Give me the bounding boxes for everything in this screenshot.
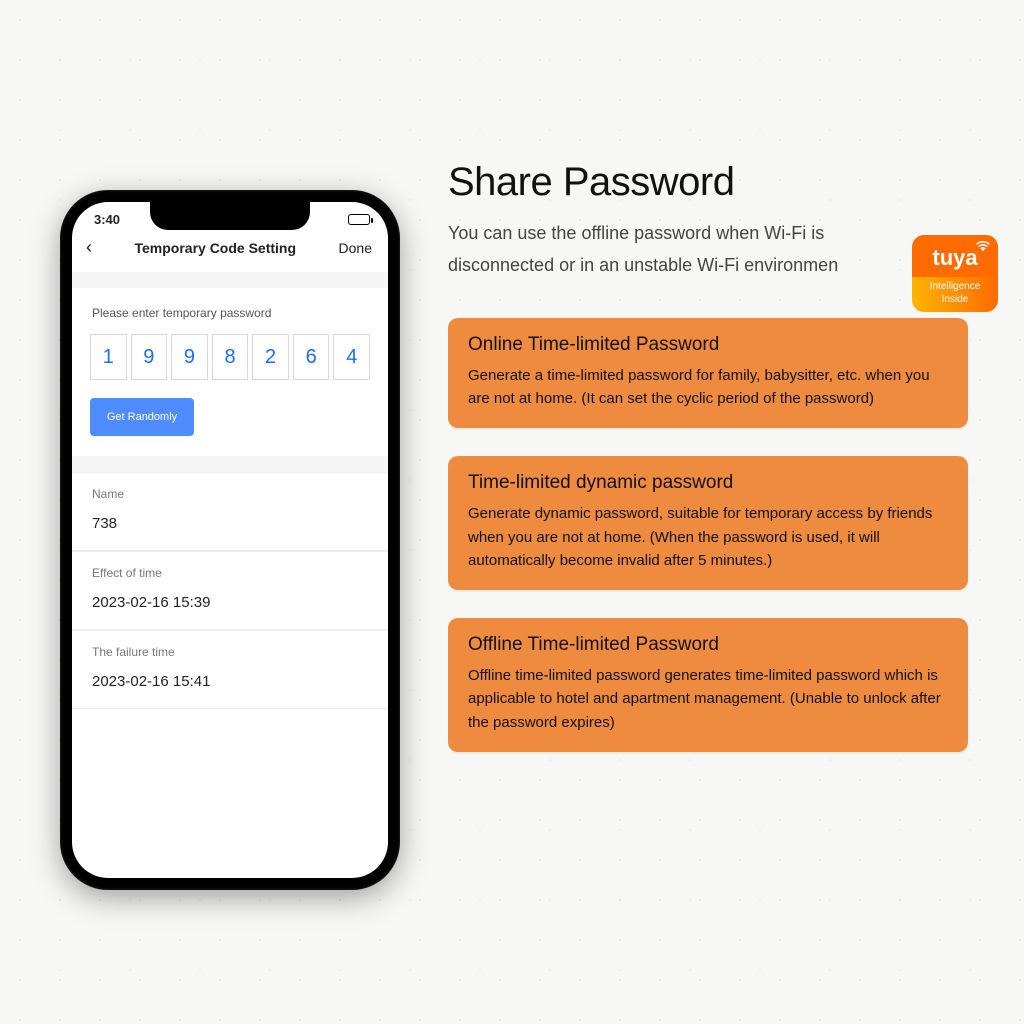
sub-text: You can use the offline password when Wi… xyxy=(448,217,848,282)
page-title: Temporary Code Setting xyxy=(134,240,296,256)
tuya-badge: tuya Intelligence Inside xyxy=(912,235,998,312)
feature-card-body: Generate a time-limited password for fam… xyxy=(468,364,948,411)
name-field[interactable]: 738 xyxy=(72,509,388,550)
feature-card-body: Offline time-limited password generates … xyxy=(468,664,948,734)
feature-card-body: Generate dynamic password, suitable for … xyxy=(468,502,948,572)
tuya-brand: tuya xyxy=(932,245,977,270)
phone-notch xyxy=(150,202,310,230)
prompt-label: Please enter temporary password xyxy=(72,288,388,334)
name-label: Name xyxy=(72,473,388,509)
feature-card-title: Online Time-limited Password xyxy=(468,334,948,356)
feature-card-title: Offline Time-limited Password xyxy=(468,634,948,656)
code-digit[interactable]: 6 xyxy=(293,334,330,380)
tuya-tagline: Intelligence Inside xyxy=(912,277,998,312)
effect-time-field[interactable]: 2023-02-16 15:39 xyxy=(72,588,388,629)
code-digit[interactable]: 8 xyxy=(212,334,249,380)
code-digit[interactable]: 2 xyxy=(252,334,289,380)
headline: Share Password xyxy=(448,160,988,205)
done-button[interactable]: Done xyxy=(339,240,372,256)
code-digit[interactable]: 1 xyxy=(90,334,127,380)
wifi-icon xyxy=(976,241,990,254)
feature-card: Online Time-limited Password Generate a … xyxy=(448,318,968,429)
failure-time-field[interactable]: 2023-02-16 15:41 xyxy=(72,667,388,708)
code-digit[interactable]: 4 xyxy=(333,334,370,380)
code-input[interactable]: 1 9 9 8 2 6 4 xyxy=(72,334,388,398)
battery-icon xyxy=(348,214,370,225)
back-icon[interactable]: ‹ xyxy=(86,237,92,258)
status-time: 3:40 xyxy=(94,212,120,227)
navbar: ‹ Temporary Code Setting Done xyxy=(72,231,388,272)
feature-card: Offline Time-limited Password Offline ti… xyxy=(448,618,968,752)
get-randomly-button[interactable]: Get Randomly xyxy=(90,398,194,436)
code-digit[interactable]: 9 xyxy=(131,334,168,380)
effect-time-label: Effect of time xyxy=(72,552,388,588)
phone-mockup: 3:40 ‹ Temporary Code Setting Done Pleas… xyxy=(60,190,400,890)
feature-card-title: Time-limited dynamic password xyxy=(468,472,948,494)
phone-screen: 3:40 ‹ Temporary Code Setting Done Pleas… xyxy=(72,202,388,878)
code-digit[interactable]: 9 xyxy=(171,334,208,380)
failure-time-label: The failure time xyxy=(72,631,388,667)
feature-card: Time-limited dynamic password Generate d… xyxy=(448,456,968,590)
